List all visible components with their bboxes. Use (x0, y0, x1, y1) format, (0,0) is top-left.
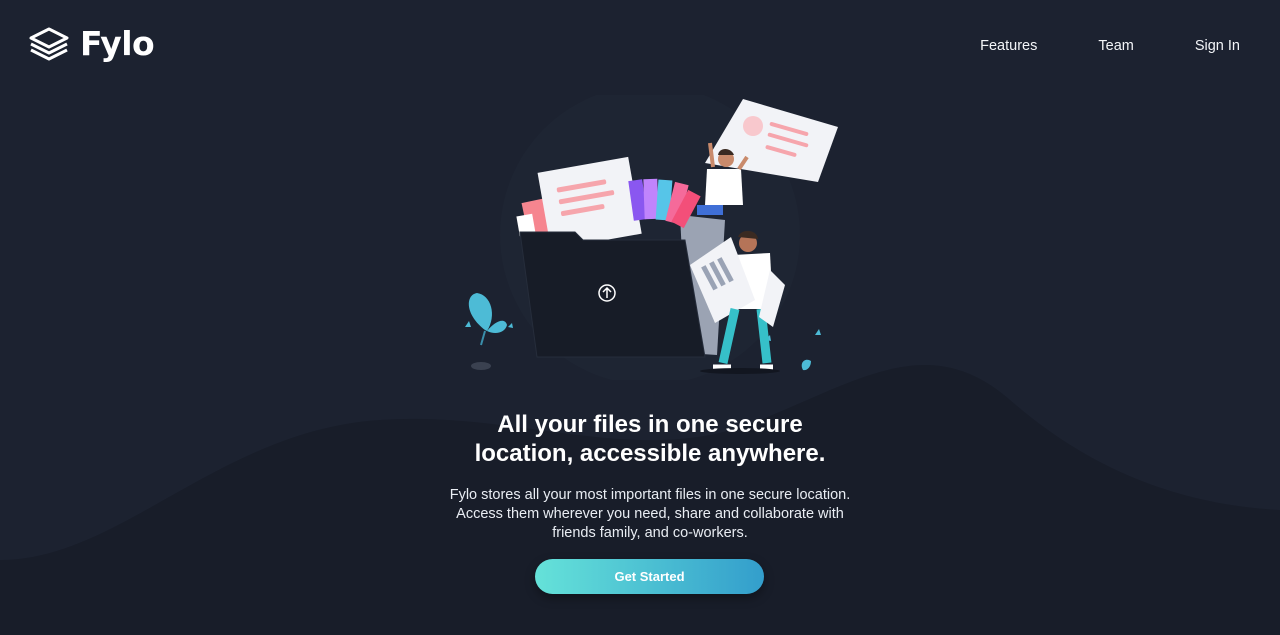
brand-logo[interactable]: Fylo (28, 24, 155, 63)
brand-name: Fylo (80, 24, 155, 63)
site-header: Fylo Features Team Sign In (0, 0, 1280, 92)
hero-description: Fylo stores all your most important file… (430, 486, 870, 543)
main-nav: Features Team Sign In (980, 37, 1240, 55)
get-started-button[interactable]: Get Started (535, 559, 764, 594)
hero-description-line-3: friends family, and co-workers. (552, 525, 748, 541)
nav-link-team[interactable]: Team (1098, 37, 1133, 55)
plant-left (465, 293, 513, 370)
people-organizing-files-illustration (465, 95, 838, 380)
nav-link-sign-in[interactable]: Sign In (1195, 37, 1240, 55)
nav-link-features[interactable]: Features (980, 37, 1037, 55)
hero-description-line-2: Access them wherever you need, share and… (456, 506, 844, 522)
hero-description-line-1: Fylo stores all your most important file… (449, 487, 851, 503)
landing-page: Fylo Features Team Sign In All your file… (0, 0, 1280, 635)
hero-title-line-2: location, accessible anywhere. (474, 440, 826, 467)
hero-title: All your files in one secure location, a… (390, 410, 910, 468)
hero-title-line-1: All your files in one secure (497, 411, 803, 438)
stacked-layers-icon (29, 27, 69, 61)
